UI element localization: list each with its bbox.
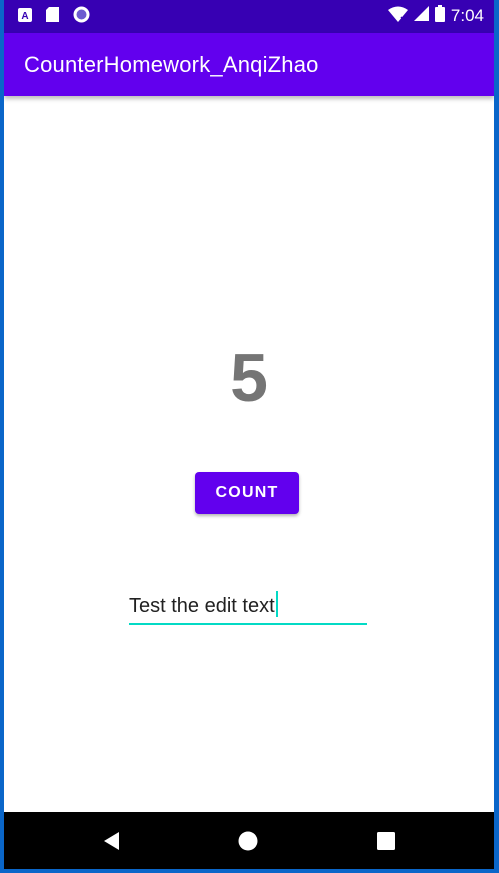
status-left-icons: A bbox=[18, 6, 90, 28]
app-title: CounterHomework_AnqiZhao bbox=[24, 52, 319, 77]
signal-icon bbox=[413, 6, 429, 26]
record-circle-icon bbox=[73, 6, 90, 28]
home-icon[interactable] bbox=[236, 829, 260, 853]
app-window: A 7:04 CounterHomework_AnqiZhao 5 COUNT … bbox=[4, 0, 494, 869]
back-icon[interactable] bbox=[100, 829, 124, 853]
status-time: 7:04 bbox=[450, 6, 484, 25]
app-bar: CounterHomework_AnqiZhao bbox=[4, 33, 494, 96]
edit-text-value: Test the edit text bbox=[129, 595, 275, 617]
a-box-icon: A bbox=[18, 7, 32, 27]
battery-icon bbox=[434, 5, 445, 27]
edit-text-field[interactable]: Test the edit text bbox=[129, 591, 367, 625]
status-bar: A 7:04 bbox=[4, 0, 494, 33]
count-display: 5 bbox=[230, 340, 268, 416]
recents-icon[interactable] bbox=[374, 829, 398, 853]
wifi-icon bbox=[387, 6, 408, 27]
svg-text:A: A bbox=[21, 11, 28, 22]
status-right-icons: 7:04 bbox=[387, 5, 484, 27]
edit-text-underline bbox=[129, 623, 367, 625]
text-cursor bbox=[275, 591, 278, 617]
sd-card-icon bbox=[46, 7, 59, 27]
navigation-bar bbox=[4, 812, 494, 869]
count-button[interactable]: COUNT bbox=[195, 472, 299, 514]
